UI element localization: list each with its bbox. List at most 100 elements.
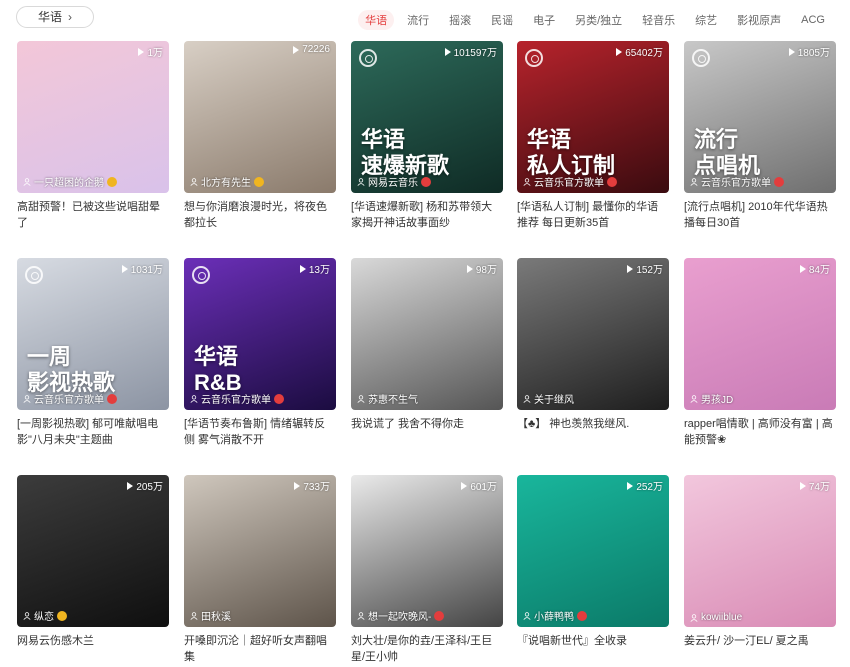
play-count: 205万	[127, 478, 163, 493]
playlist-cover[interactable]: 601万 想一起吹晚风-	[351, 475, 503, 627]
playlist-title[interactable]: 高甜预警！已被这些说唱甜晕了	[17, 199, 169, 233]
play-icon	[627, 264, 634, 273]
playlist-card[interactable]: 72226 北方有先生想与你消磨浪漫时光，将夜色都拉长	[184, 41, 336, 233]
tab-0[interactable]: 华语	[358, 10, 395, 30]
playlist-cover[interactable]: 252万 小薛鸭鸭	[517, 475, 669, 627]
playlist-creator[interactable]: 云音乐官方歌单	[190, 391, 284, 406]
playlist-card[interactable]: 252万 小薛鸭鸭『说唱新世代』全收录	[517, 475, 669, 667]
playlist-cover[interactable]: 152万关于继风	[517, 258, 669, 410]
playlist-title[interactable]: 想与你消磨浪漫时光，将夜色都拉长	[184, 199, 336, 233]
playlist-card[interactable]: 101597万 华语 速爆新歌 网易云音乐 [华语速爆新歌] 杨和苏带领大家揭开神话故…	[351, 41, 503, 233]
play-count-value: 65402万	[625, 48, 663, 59]
tab-4[interactable]: 电子	[526, 10, 562, 30]
playlist-card[interactable]: 205万纵恋网易云伤感木兰	[17, 475, 169, 667]
play-icon	[294, 481, 301, 490]
playlist-card[interactable]: 98万苏惠不生气我说谎了 我舍不得你走	[351, 258, 503, 450]
playlist-cover[interactable]: 74万 kowiiblue	[684, 475, 836, 627]
playlist-creator[interactable]: 男孩JD	[690, 391, 733, 406]
play-count: 72226	[293, 44, 330, 55]
playlist-creator[interactable]: 田秋溪	[190, 608, 231, 623]
creator-name: 想一起吹晚风-	[368, 612, 432, 623]
play-count: 13万	[299, 261, 330, 276]
cover-image	[517, 475, 669, 627]
tab-3[interactable]: 民谣	[484, 10, 520, 30]
playlist-creator[interactable]: 云音乐官方歌单	[523, 174, 617, 189]
playlist-card[interactable]: 733万田秋溪开嗓即沉沦｜超好听女声翻唱集	[184, 475, 336, 667]
playlist-cover[interactable]: 13万 华语 R&B 云音乐官方歌单	[184, 258, 336, 410]
play-count-value: 733万	[303, 482, 330, 493]
playlist-title[interactable]: [华语私人订制] 最懂你的华语推荐 每日更新35首	[517, 199, 669, 233]
play-icon	[466, 264, 473, 273]
category-label: 华语	[37, 10, 62, 24]
playlist-creator[interactable]: 想一起吹晚风-	[357, 608, 445, 623]
category-select-button[interactable]: 华语 ›	[16, 6, 94, 28]
tab-2[interactable]: 摇滚	[442, 10, 478, 30]
verified-icon	[577, 610, 587, 621]
playlist-card[interactable]: 1万 一只超困的企鹅高甜预警！已被这些说唱甜晕了	[17, 41, 169, 233]
user-icon	[690, 177, 698, 186]
verified-icon	[421, 176, 431, 187]
play-icon	[293, 45, 300, 54]
playlist-cover[interactable]: 1805万 流行 点唱机 云音乐官方歌单	[684, 41, 836, 193]
tab-9[interactable]: ACG	[794, 12, 832, 28]
play-count: 152万	[627, 261, 663, 276]
playlist-title[interactable]: [一周影视热歌] 郁可唯献唱电影"八月未央"主题曲	[17, 416, 169, 450]
playlist-creator[interactable]: 云音乐官方歌单	[23, 391, 117, 406]
playlist-title[interactable]: [流行点唱机] 2010年代华语热播每日30首	[684, 199, 836, 233]
playlist-cover[interactable]: 72226 北方有先生	[184, 41, 336, 193]
playlist-creator[interactable]: 苏惠不生气	[357, 391, 418, 406]
playlist-title[interactable]: [华语节奏布鲁斯] 情绪辗转反侧 雾气消散不开	[184, 416, 336, 450]
playlist-cover[interactable]: 65402万 华语 私人订制 云音乐官方歌单	[517, 41, 669, 193]
playlist-creator[interactable]: kowiiblue	[690, 612, 742, 623]
playlist-creator[interactable]: 网易云音乐	[357, 174, 431, 189]
playlist-card[interactable]: 65402万 华语 私人订制 云音乐官方歌单 [华语私人订制] 最懂你的华语推荐 每日…	[517, 41, 669, 233]
playlist-card[interactable]: 601万 想一起吹晚风- 刘大壮/是你的垚/王泽科/王巨星/王小帅	[351, 475, 503, 667]
play-icon	[461, 481, 468, 490]
playlist-title[interactable]: 【♣】 神也羡煞我继风.	[517, 416, 669, 450]
play-count-value: 98万	[475, 265, 497, 276]
playlist-cover[interactable]: 205万纵恋	[17, 475, 169, 627]
tab-7[interactable]: 综艺	[688, 10, 724, 30]
tab-1[interactable]: 流行	[400, 10, 436, 30]
netease-logo-icon	[25, 266, 43, 284]
playlist-creator[interactable]: 北方有先生	[190, 174, 264, 189]
tab-6[interactable]: 轻音乐	[635, 10, 682, 30]
top-bar: 华语 › 华语 流行 摇滚 民谣 电子 另类/独立 轻音乐 综艺 影视原声 ACG	[0, 0, 850, 36]
playlist-cover[interactable]: 1万 一只超困的企鹅	[17, 41, 169, 193]
playlist-title[interactable]: 刘大壮/是你的垚/王泽科/王巨星/王小帅	[351, 633, 503, 667]
user-icon	[23, 177, 31, 186]
creator-name: 小薛鸭鸭	[534, 612, 574, 623]
playlist-title[interactable]: 『说唱新世代』全收录	[517, 633, 669, 667]
playlist-cover[interactable]: 101597万 华语 速爆新歌 网易云音乐	[351, 41, 503, 193]
playlist-card[interactable]: 84万 男孩JD rapper唱情歌 | 高师没有富 | 高能预警❀	[684, 258, 836, 450]
playlist-creator[interactable]: 纵恋	[23, 608, 67, 623]
creator-name: 一只超困的企鹅	[34, 178, 104, 189]
playlist-card[interactable]: 1805万 流行 点唱机 云音乐官方歌单 [流行点唱机] 2010年代华语热播每日30…	[684, 41, 836, 233]
playlist-card[interactable]: 74万 kowiiblue 姜云升/ 沙一汀EL/ 夏之禹	[684, 475, 836, 667]
tab-8[interactable]: 影视原声	[730, 10, 788, 30]
playlist-title[interactable]: 网易云伤感木兰	[17, 633, 169, 667]
playlist-creator[interactable]: 一只超困的企鹅	[23, 174, 117, 189]
playlist-title[interactable]: 开嗓即沉沦｜超好听女声翻唱集	[184, 633, 336, 667]
playlist-card[interactable]: 152万关于继风【♣】 神也羡煞我继风.	[517, 258, 669, 450]
tab-5[interactable]: 另类/独立	[568, 10, 629, 30]
playlist-cover[interactable]: 84万 男孩JD	[684, 258, 836, 410]
playlist-creator[interactable]: 关于继风	[523, 391, 574, 406]
cover-image	[351, 258, 503, 410]
playlist-title[interactable]: 我说谎了 我舍不得你走	[351, 416, 503, 450]
verified-icon	[274, 393, 284, 404]
playlist-card[interactable]: 1031万 一周 影视热歌 云音乐官方歌单 [一周影视热歌] 郁可唯献唱电影"八月未央…	[17, 258, 169, 450]
vip-icon	[57, 610, 67, 621]
verified-icon	[107, 393, 117, 404]
playlist-creator[interactable]: 云音乐官方歌单	[690, 174, 784, 189]
playlist-cover[interactable]: 733万田秋溪	[184, 475, 336, 627]
playlist-card[interactable]: 13万 华语 R&B 云音乐官方歌单 [华语节奏布鲁斯] 情绪辗转反侧 雾气消散不开	[184, 258, 336, 450]
creator-name: 云音乐官方歌单	[34, 395, 104, 406]
playlist-title[interactable]: rapper唱情歌 | 高师没有富 | 高能预警❀	[684, 416, 836, 450]
vip-icon	[107, 176, 117, 187]
playlist-title[interactable]: [华语速爆新歌] 杨和苏带领大家揭开神话故事面纱	[351, 199, 503, 233]
playlist-creator[interactable]: 小薛鸭鸭	[523, 608, 587, 623]
playlist-title[interactable]: 姜云升/ 沙一汀EL/ 夏之禹	[684, 633, 836, 667]
playlist-cover[interactable]: 98万苏惠不生气	[351, 258, 503, 410]
playlist-cover[interactable]: 1031万 一周 影视热歌 云音乐官方歌单	[17, 258, 169, 410]
